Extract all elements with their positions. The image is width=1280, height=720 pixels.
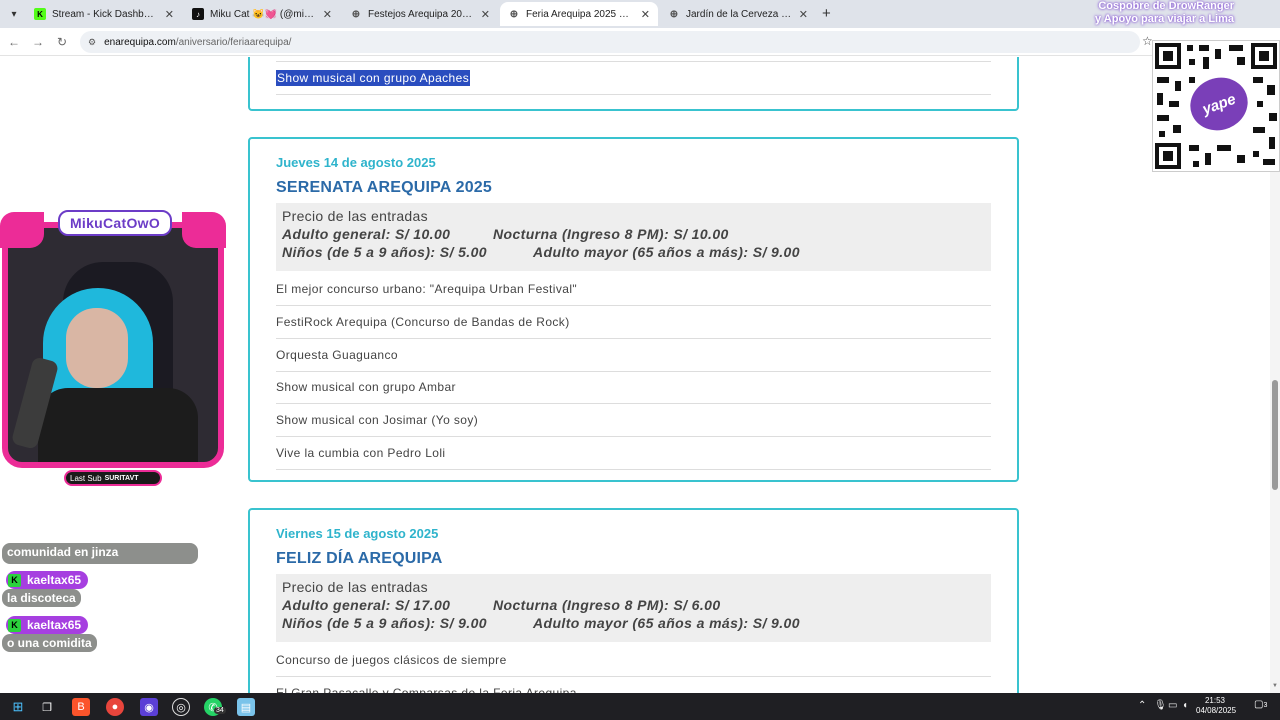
list-item: Show musical con grupo Ambar	[276, 371, 991, 404]
ticket-prices: Precio de las entradas Adulto general: S…	[276, 574, 991, 642]
scrollbar-thumb[interactable]	[1272, 380, 1278, 490]
obs-icon[interactable]: ◎	[172, 698, 190, 716]
chat-message: o una comidita	[2, 634, 97, 652]
reload-icon[interactable]: ↻	[54, 34, 70, 50]
streamer-logo: MikuCatOwO	[58, 210, 172, 236]
address-bar[interactable]: ⚙ enarequipa.com/aniversario/feriaarequi…	[80, 31, 1140, 53]
chat-username: Kkaeltax65	[6, 616, 89, 634]
chat-message: comunidad en jinza	[2, 543, 198, 564]
task-view-icon[interactable]: ❐	[38, 698, 56, 716]
event-date: Jueves 14 de agosto 2025	[276, 155, 436, 170]
chat-username: Kkaeltax65	[6, 571, 89, 589]
globe-icon: ⊕	[669, 8, 679, 20]
event-card-thursday: Jueves 14 de agosto 2025 SERENATA AREQUI…	[248, 137, 1019, 482]
windows-taskbar: ⊞ ❐ B ● ◉ ◎ ✆ 34 ▤ ⌃ 🎙 ▭ ◖ 21:53 04/08/2…	[0, 693, 1280, 720]
tab-search-chevron-icon[interactable]: ▾	[4, 4, 24, 24]
close-icon[interactable]: ✕	[799, 8, 808, 21]
list-item: El mejor concurso urbano: "Arequipa Urba…	[276, 273, 991, 306]
navigation-bar: ← → ↻ ⚙ enarequipa.com/aniversario/feria…	[0, 28, 1280, 56]
close-icon[interactable]: ✕	[641, 8, 650, 21]
frame-cat-ear-left	[0, 212, 44, 248]
tab-bar: ▾ K Stream - Kick Dashboard ✕ ♪ Miku Cat…	[0, 0, 1280, 32]
list-item: Show musical con grupo Apaches	[276, 62, 991, 95]
globe-icon: ⊕	[509, 8, 519, 20]
system-clock[interactable]: 21:53 04/08/2025	[1196, 696, 1236, 716]
tab-kick-dashboard[interactable]: K Stream - Kick Dashboard ✕	[26, 2, 182, 26]
forward-arrow-icon[interactable]: →	[30, 34, 46, 50]
webcam-person-face	[66, 308, 128, 388]
kick-icon: K	[34, 8, 46, 20]
webcam-frame	[2, 222, 224, 468]
list-item: El Gran Pasacalle y Comparsas de la Feri…	[276, 677, 991, 693]
event-card-friday: Viernes 15 de agosto 2025 FELIZ DÍA AREQ…	[248, 508, 1019, 693]
tab-jardin-cerveza[interactable]: ⊕ Jardín de la Cerveza 2025 Areq ✕	[660, 2, 816, 26]
back-arrow-icon[interactable]: ←	[6, 34, 22, 50]
whatsapp-badge: 34	[214, 707, 226, 714]
chat-message: la discoteca	[2, 589, 81, 607]
ticket-prices: Precio de las entradas Adulto general: S…	[276, 203, 991, 271]
kick-icon: K	[8, 573, 21, 587]
windows-start-icon[interactable]: ⊞	[9, 698, 27, 716]
list-item: FestiRock Arequipa (Concurso de Bandas d…	[276, 306, 991, 339]
last-sub-widget: Last Sub SURITAVT	[64, 470, 162, 486]
tab-miku-cat[interactable]: ♪ Miku Cat 😺💓 (@mikucat ✕	[184, 2, 340, 26]
scroll-down-icon[interactable]: ▼	[1272, 683, 1278, 689]
tab-feria-arequipa[interactable]: ⊕ Feria Arequipa 2025 Feria Areq ✕	[500, 2, 658, 26]
chrome-icon[interactable]: ●	[106, 698, 124, 716]
event-date: Viernes 15 de agosto 2025	[276, 526, 439, 541]
microphone-icon[interactable]: 🎙	[1154, 700, 1167, 711]
tiktok-icon: ♪	[192, 8, 204, 20]
webcam-person-shirt	[38, 388, 198, 462]
chevron-up-icon[interactable]: ⌃	[1138, 700, 1146, 711]
event-title: SERENATA AREQUIPA 2025	[276, 179, 493, 196]
list-item: Orquesta Guaguanco	[276, 339, 991, 372]
notepad-icon[interactable]: ▤	[237, 698, 255, 716]
frame-cat-ear-right	[182, 212, 226, 248]
close-icon[interactable]: ✕	[481, 8, 490, 21]
tab-festejos-arequipa[interactable]: ⊕ Festejos Arequipa 2025 progra ✕	[342, 2, 498, 26]
kick-icon: K	[8, 618, 21, 632]
site-settings-icon[interactable]: ⚙	[88, 37, 96, 48]
list-item: Vive la cumbia con Pedro Loli	[276, 437, 991, 470]
discord-icon[interactable]: ◉	[140, 698, 158, 716]
list-item: Show musical con Josimar (Yo soy)	[276, 404, 991, 437]
brave-icon[interactable]: B	[72, 698, 90, 716]
network-icon[interactable]: ▭	[1168, 700, 1177, 711]
globe-icon: ⊕	[351, 8, 361, 20]
event-card-previous: Show musical con grupo Apaches	[248, 57, 1019, 111]
event-title: FELIZ DÍA AREQUIPA	[276, 550, 443, 567]
close-icon[interactable]: ✕	[323, 8, 332, 21]
close-icon[interactable]: ✕	[165, 8, 174, 21]
notification-icon[interactable]: ▢3	[1254, 699, 1267, 710]
list-item: Concurso de juegos clásicos de siempre	[276, 644, 991, 677]
volume-icon[interactable]: ◖	[1182, 700, 1188, 711]
new-tab-button[interactable]: +	[822, 5, 831, 22]
